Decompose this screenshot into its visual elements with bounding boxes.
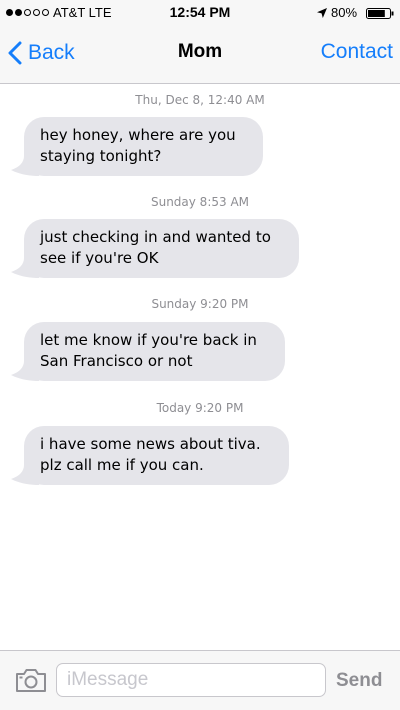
message-timestamp: Thu, Dec 8, 12:40 AM bbox=[135, 93, 265, 107]
contact-button[interactable]: Contact bbox=[321, 40, 393, 64]
message-bubble[interactable]: i have some news about tiva. plz call me… bbox=[11, 426, 289, 485]
message-bubble[interactable]: let me know if you're back in San Franci… bbox=[11, 322, 285, 381]
imessage-input[interactable] bbox=[56, 663, 326, 697]
message-input-bar: Send bbox=[0, 650, 400, 710]
message-bubble[interactable]: just checking in and wanted to see if yo… bbox=[11, 219, 299, 278]
bubble-tail bbox=[11, 156, 39, 176]
bubble-tail bbox=[11, 361, 39, 381]
battery-icon bbox=[366, 8, 394, 19]
message-bubble[interactable]: hey honey, where are you staying tonight… bbox=[11, 117, 263, 176]
camera-icon[interactable] bbox=[15, 668, 47, 693]
message-text: just checking in and wanted to see if yo… bbox=[40, 228, 271, 267]
send-button[interactable]: Send bbox=[336, 670, 382, 692]
message-timestamp: Today 9:20 PM bbox=[156, 401, 244, 415]
bubble-tail bbox=[11, 258, 39, 278]
status-bar: AT&T LTE 12:54 PM 80% bbox=[0, 0, 400, 26]
message-thread: Thu, Dec 8, 12:40 AM hey honey, where ar… bbox=[0, 84, 400, 650]
message-text: i have some news about tiva. plz call me… bbox=[40, 435, 261, 474]
location-arrow-icon bbox=[317, 8, 327, 18]
message-timestamp: Sunday 8:53 AM bbox=[150, 195, 250, 209]
navigation-bar: Back Mom Contact bbox=[0, 26, 400, 84]
battery-percentage: 80% bbox=[331, 5, 358, 20]
message-text: let me know if you're back in San Franci… bbox=[40, 331, 257, 370]
message-text: hey honey, where are you staying tonight… bbox=[40, 126, 236, 165]
message-timestamp: Sunday 9:20 PM bbox=[151, 297, 249, 311]
bubble-tail bbox=[11, 465, 39, 485]
